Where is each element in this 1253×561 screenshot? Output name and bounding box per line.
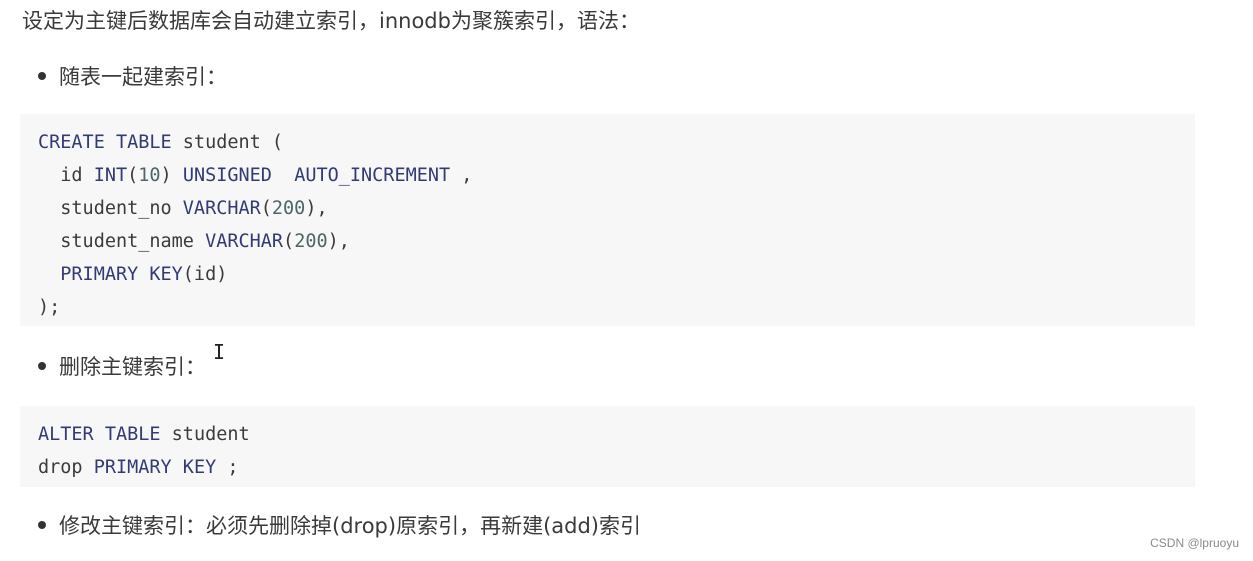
code-token: (id) [182, 264, 228, 285]
code-token: , [450, 165, 473, 186]
code-line: id INT(10) UNSIGNED AUTO_INCREMENT , [38, 159, 1177, 192]
bullet-icon [38, 72, 46, 80]
bullet-text: 删除主键索引： [59, 355, 206, 379]
code-token: ( [283, 231, 295, 252]
intro-paragraph: 设定为主键后数据库会自动建立索引，innodb为聚簇索引，语法： [22, 9, 640, 33]
code-block-create-table: CREATE TABLE student ( id INT(10) UNSIGN… [20, 114, 1195, 326]
code-token: CREATE TABLE [38, 132, 172, 153]
code-token: student_no [38, 198, 183, 219]
code-token: ALTER TABLE [38, 424, 161, 445]
bullet-item: 随表一起建索引： [38, 62, 227, 92]
code-token: ), [305, 198, 328, 219]
bullet-text: 随表一起建索引： [59, 65, 227, 89]
code-token: ( [127, 165, 139, 186]
code-token: VARCHAR [205, 231, 284, 252]
code-line: student_no VARCHAR(200), [38, 192, 1177, 225]
code-block-drop-primary-key: ALTER TABLE student drop PRIMARY KEY ; [20, 406, 1195, 487]
text-cursor-icon: I [213, 340, 226, 364]
code-token: PRIMARY KEY [93, 457, 217, 478]
code-token: ); [38, 297, 61, 318]
code-token: ), [327, 231, 350, 252]
code-token: ) [160, 165, 183, 186]
code-token: 200 [271, 198, 306, 219]
code-token: PRIMARY KEY [38, 264, 183, 285]
code-line: CREATE TABLE student ( [38, 126, 1177, 159]
code-token: UNSIGNED AUTO_INCREMENT [182, 165, 451, 186]
bullet-text: 修改主键索引：必须先删除掉(drop)原索引，再新建(add)索引 [59, 514, 641, 538]
code-token: drop [38, 457, 94, 478]
bullet-item: 删除主键索引： [38, 352, 206, 382]
code-token: ; [216, 457, 239, 478]
bullet-icon [38, 362, 46, 370]
code-token: id [38, 165, 94, 186]
code-line: student_name VARCHAR(200), [38, 225, 1177, 258]
code-token: 200 [294, 231, 328, 252]
code-line: ALTER TABLE student [38, 418, 1177, 451]
code-line: drop PRIMARY KEY ; [38, 451, 1177, 484]
watermark: CSDN @lpruoyu [1150, 536, 1239, 550]
code-token: INT [93, 165, 128, 186]
code-token: VARCHAR [182, 198, 261, 219]
code-token: ( [260, 198, 272, 219]
code-token: student [160, 424, 250, 445]
code-token: student ( [171, 132, 284, 153]
code-token: student_name [38, 231, 206, 252]
bullet-icon [38, 521, 46, 529]
bullet-item: 修改主键索引：必须先删除掉(drop)原索引，再新建(add)索引 [38, 511, 641, 541]
code-line: PRIMARY KEY(id) [38, 258, 1177, 291]
code-line: ); [38, 291, 1177, 324]
code-token: 10 [138, 165, 161, 186]
